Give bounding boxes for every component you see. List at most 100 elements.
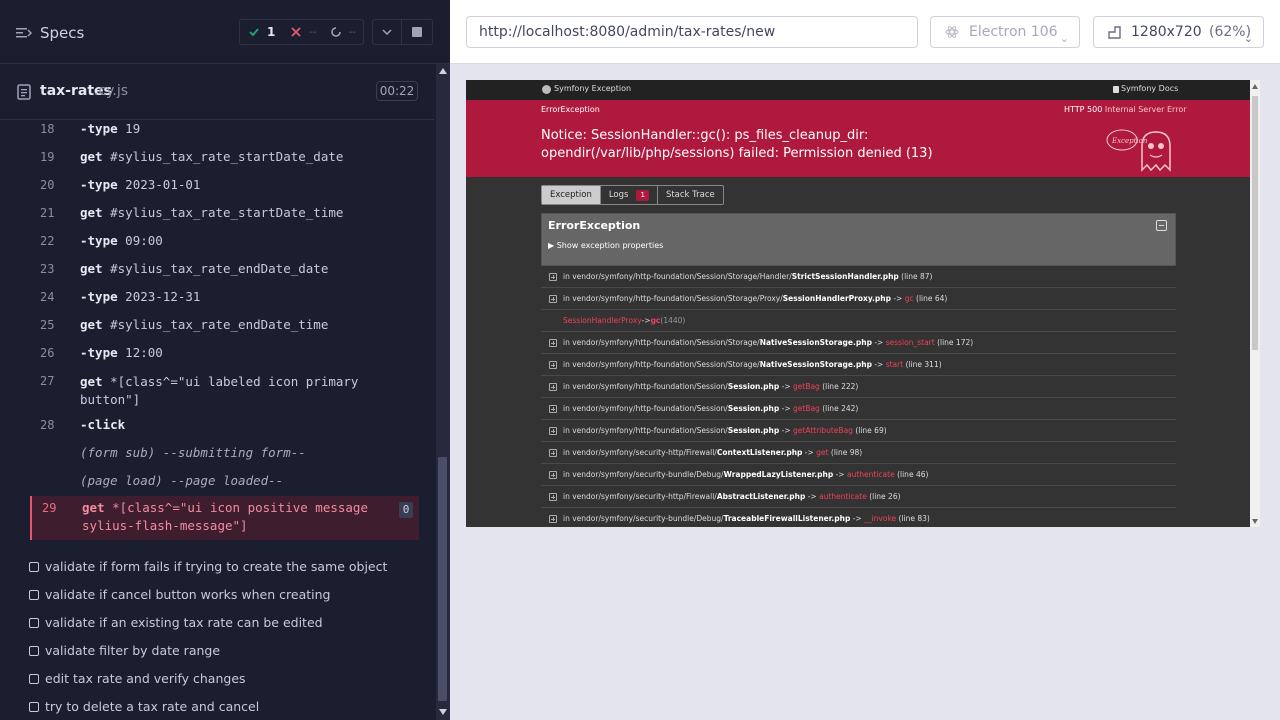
command-row[interactable]: 25 get #sylius_tax_rate_endDate_time	[30, 316, 419, 344]
options-dropdown-button[interactable]	[372, 19, 402, 45]
arrow-separator: ->	[805, 492, 820, 501]
arrow-separator: ->	[779, 404, 793, 413]
trace-argument: SessionHandlerProxy->gc(1440)	[563, 310, 685, 332]
command-row-failed[interactable]: 29 get *[class^="ui icon positive message…	[30, 496, 419, 540]
trace-row[interactable]: in vendor/symfony/security-bundle/Debug/…	[541, 464, 1176, 486]
test-status-icon	[29, 646, 39, 656]
trace-argument-row[interactable]: SessionHandlerProxy->gc(1440)	[541, 310, 1176, 332]
command-name: get	[80, 374, 103, 389]
scroll-down-arrow-icon[interactable]	[439, 709, 447, 715]
aut-scroll-up-icon[interactable]	[1252, 84, 1258, 89]
test-status-icon	[29, 674, 39, 684]
command-row[interactable]: 24 -type 2023-12-31	[30, 288, 419, 316]
trace-file: NativeSessionStorage.php	[759, 338, 872, 347]
trace-row[interactable]: in vendor/symfony/security-bundle/Debug/…	[541, 508, 1176, 527]
expand-plus-icon[interactable]	[549, 361, 557, 369]
trace-text: in vendor/symfony/http-foundation/Sessio…	[563, 266, 933, 288]
trace-text: in vendor/symfony/http-foundation/Sessio…	[563, 332, 973, 354]
trace-row[interactable]: in vendor/symfony/security-http/Firewall…	[541, 486, 1176, 508]
command-row[interactable]: 22 -type 09:00	[30, 232, 419, 260]
test-item[interactable]: validate if cancel button works when cre…	[29, 587, 409, 605]
command-name: get	[82, 500, 105, 515]
url-bar[interactable]: http://localhost:8080/admin/tax-rates/ne…	[466, 16, 918, 48]
command-row[interactable]: 18 -type 19	[30, 120, 419, 148]
tab-exception[interactable]: Exception	[542, 186, 601, 204]
arrow-separator: ->	[779, 382, 793, 391]
command-row[interactable]: 26 -type 12:00	[30, 344, 419, 372]
command-row[interactable]: 19 get #sylius_tax_rate_startDate_date	[30, 148, 419, 176]
tab-logs[interactable]: Logs 1	[601, 186, 658, 204]
spec-file-ext: .cy.js	[94, 83, 129, 99]
trace-path: in vendor/symfony/http-foundation/Sessio…	[563, 272, 792, 281]
command-value: 2023-01-01	[125, 177, 201, 192]
test-item[interactable]: validate if form fails if trying to crea…	[29, 559, 409, 577]
symfony-logo-icon	[542, 85, 551, 94]
pending-count: --	[348, 26, 356, 38]
trace-row[interactable]: in vendor/symfony/http-foundation/Sessio…	[541, 288, 1176, 310]
trace-row[interactable]: in vendor/symfony/security-http/Firewall…	[541, 442, 1176, 464]
symfony-docs-link[interactable]: Symfony Docs	[1121, 84, 1178, 93]
tab-stack-trace[interactable]: Stack Trace	[658, 186, 723, 204]
command-name: -type	[80, 289, 118, 304]
expand-plus-icon[interactable]	[549, 295, 557, 303]
test-item[interactable]: try to delete a tax rate and cancel	[29, 699, 409, 717]
trace-row[interactable]: in vendor/symfony/http-foundation/Sessio…	[541, 376, 1176, 398]
collapse-panel-icon[interactable]	[1156, 220, 1167, 231]
expand-plus-icon[interactable]	[549, 449, 557, 457]
trace-file: Session.php	[727, 426, 780, 435]
trace-function: gc	[650, 316, 661, 325]
trace-row[interactable]: in vendor/symfony/http-foundation/Sessio…	[541, 332, 1176, 354]
test-item[interactable]: edit tax rate and verify changes	[29, 671, 409, 689]
command-row[interactable]: 28 -click	[30, 416, 419, 444]
trace-line: (line 172)	[937, 338, 974, 347]
command-row[interactable]: (form sub) --submitting form--	[30, 444, 419, 472]
command-row[interactable]: 27 get *[class^="ui labeled icon primary …	[30, 372, 419, 416]
test-item[interactable]: validate if an existing tax rate can be …	[29, 615, 409, 633]
scroll-up-arrow-icon[interactable]	[439, 68, 447, 74]
test-title: validate if cancel button works when cre…	[45, 587, 331, 602]
command-row[interactable]: 21 get #sylius_tax_rate_startDate_time	[30, 204, 419, 232]
stop-button[interactable]	[402, 19, 433, 45]
expand-plus-icon[interactable]	[549, 515, 557, 523]
trace-function: get	[816, 448, 829, 457]
test-status-icon	[29, 562, 39, 572]
viewport-size: 1280x720	[1131, 24, 1202, 40]
trace-row[interactable]: in vendor/symfony/http-foundation/Sessio…	[541, 266, 1176, 288]
specs-title[interactable]: Specs	[40, 24, 84, 42]
specs-list-icon[interactable]	[16, 25, 32, 41]
reporter-scroll-thumb[interactable]	[438, 457, 447, 701]
aut-scroll-thumb[interactable]	[1252, 96, 1258, 350]
trace-line: (line 98)	[830, 448, 863, 457]
command-message: get #sylius_tax_rate_startDate_date	[80, 148, 380, 166]
show-exception-properties-toggle[interactable]: ▶ Show exception properties	[548, 241, 663, 250]
expand-plus-icon[interactable]	[549, 273, 557, 281]
viewport-selector[interactable]: 1280x720 (62%) ⌄	[1093, 16, 1264, 48]
arrow-separator: ->	[779, 426, 793, 435]
trace-line: (line 26)	[869, 492, 901, 501]
browser-selector[interactable]: Electron 106 ⌄	[930, 16, 1080, 48]
expand-plus-icon[interactable]	[549, 339, 557, 347]
symfony-header-title: Symfony Exception	[554, 84, 632, 93]
command-name: (form sub)	[80, 445, 156, 460]
expand-plus-icon[interactable]	[549, 471, 557, 479]
expand-plus-icon[interactable]	[549, 493, 557, 501]
command-row[interactable]: 20 -type 2023-01-01	[30, 176, 419, 204]
trace-row[interactable]: in vendor/symfony/http-foundation/Sessio…	[541, 354, 1176, 376]
test-item[interactable]: validate filter by date range	[29, 643, 409, 661]
trace-row[interactable]: in vendor/symfony/http-foundation/Sessio…	[541, 398, 1176, 420]
expand-plus-icon[interactable]	[549, 405, 557, 413]
trace-row[interactable]: in vendor/symfony/http-foundation/Sessio…	[541, 420, 1176, 442]
duration-badge: 00:22	[376, 81, 418, 101]
x-icon	[291, 27, 301, 37]
expand-plus-icon[interactable]	[549, 427, 557, 435]
command-name: get	[80, 317, 103, 332]
command-row[interactable]: 23 get #sylius_tax_rate_endDate_date	[30, 260, 419, 288]
command-line-number: 22	[40, 234, 55, 248]
expand-plus-icon[interactable]	[549, 383, 557, 391]
aut-scroll-down-icon[interactable]	[1252, 519, 1258, 524]
command-value: #sylius_tax_rate_startDate_date	[110, 149, 344, 164]
chevron-down-icon: ⌄	[1243, 32, 1253, 45]
trace-path: in vendor/symfony/security-http/Firewall…	[563, 492, 717, 501]
command-line-number: 28	[40, 418, 55, 432]
command-value: #sylius_tax_rate_endDate_time	[110, 317, 329, 332]
